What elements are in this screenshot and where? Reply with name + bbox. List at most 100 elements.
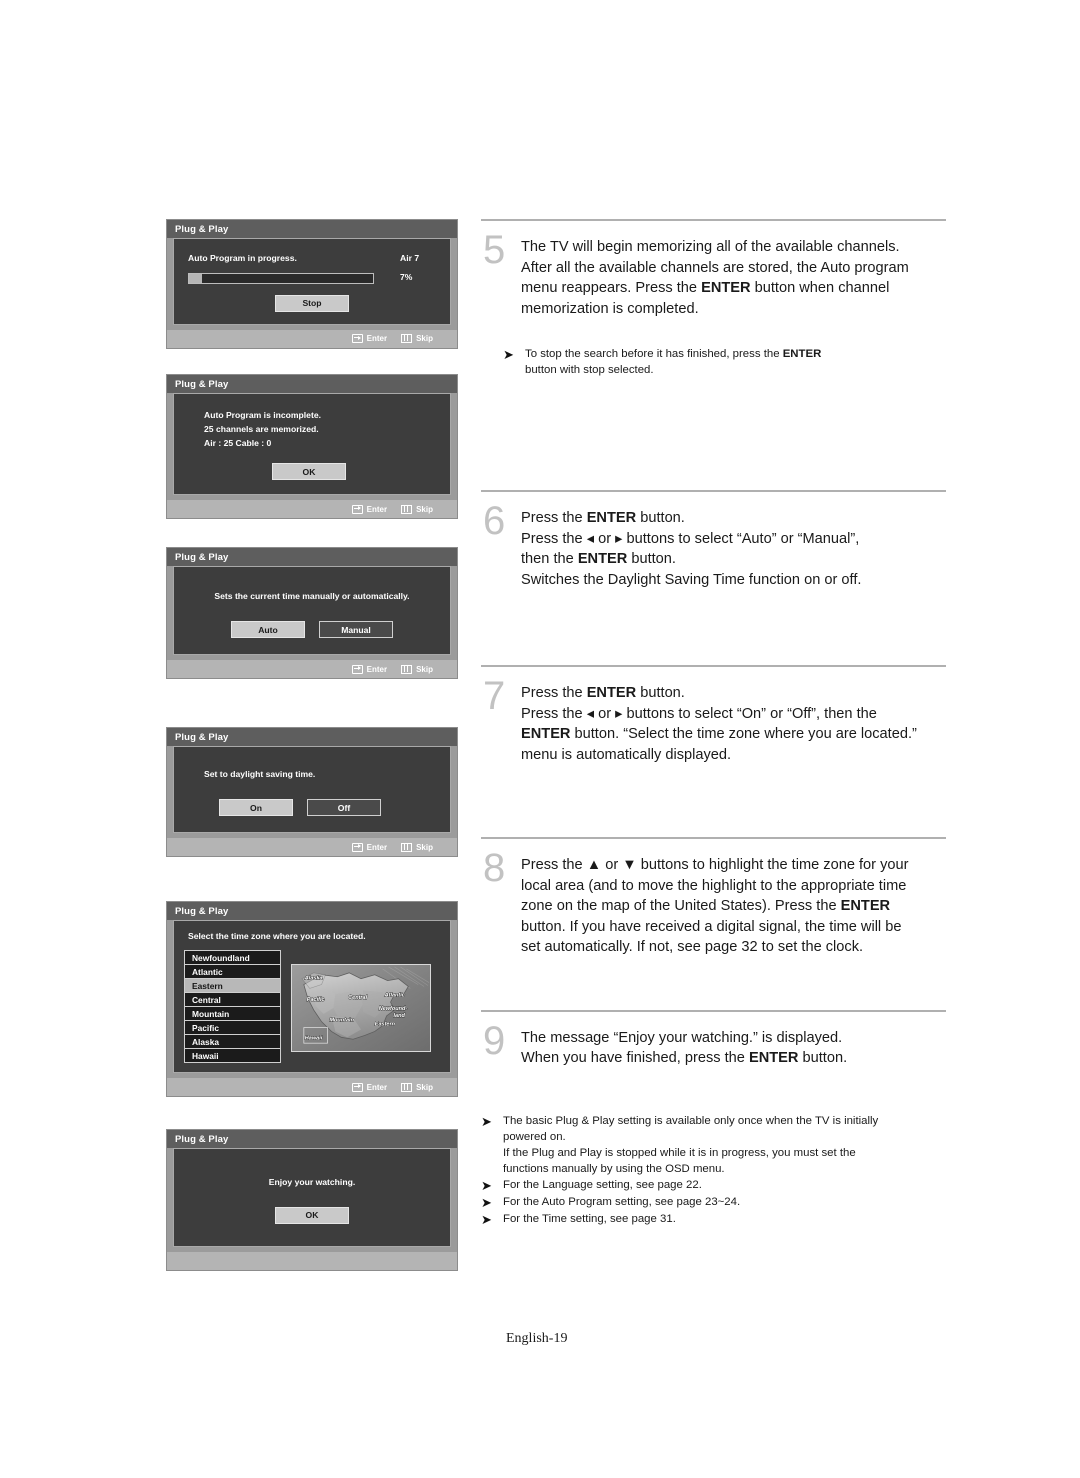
note-line: For the Time setting, see page 31. <box>503 1212 676 1225</box>
footer-enter[interactable]: Enter <box>351 334 387 343</box>
time-zone-item[interactable]: Eastern <box>184 978 281 993</box>
divider <box>481 665 946 667</box>
osd-footer-empty <box>167 1251 457 1270</box>
step-body: Press the ENTER button. Press the ◂ or ▸… <box>521 502 946 590</box>
time-zone-item[interactable]: Central <box>184 992 281 1007</box>
enter-icon <box>351 1082 363 1092</box>
footer-enter-label: Enter <box>366 504 388 514</box>
footer-skip[interactable]: Skip <box>401 664 433 674</box>
step-line: menu is automatically displayed. <box>521 746 732 763</box>
down-arrow-icon: ▼ <box>622 857 637 873</box>
footer-skip[interactable]: Skip <box>401 1082 433 1092</box>
osd-body: Select the time zone where you are locat… <box>173 920 451 1073</box>
step-line: memorization is completed. <box>521 300 699 317</box>
final-note-2: ➤ For the Language setting, see page 22. <box>481 1177 946 1194</box>
osd-body: Sets the current time manually or automa… <box>173 566 451 655</box>
step-line: Press the ENTER button. <box>521 510 685 526</box>
step-body: Press the ▲ or ▼ buttons to highlight th… <box>521 849 946 958</box>
step-number: 7 <box>483 674 506 718</box>
note-line: functions manually by using the OSD menu… <box>503 1162 725 1175</box>
ok-button[interactable]: OK <box>275 1206 349 1224</box>
footer-skip-label: Skip <box>416 334 433 343</box>
time-zone-item[interactable]: Mountain <box>184 1006 281 1021</box>
footer-skip-label: Skip <box>416 842 433 852</box>
left-arrow-icon: ◂ <box>586 530 595 547</box>
map-label-pacific: Pacific <box>307 997 325 1003</box>
osd-footer: Enter Skip <box>167 1078 457 1096</box>
final-note-3: ➤ For the Auto Program setting, see page… <box>481 1194 946 1211</box>
footer-enter[interactable]: Enter <box>351 504 388 514</box>
clock-mode-auto-button[interactable]: Auto <box>231 621 305 638</box>
osd-title: Plug & Play <box>167 728 457 746</box>
step-line: Press the ◂ or ▸ buttons to select “Auto… <box>521 530 860 547</box>
footer-skip-label: Skip <box>416 504 433 514</box>
progress-percent-label: 7% <box>400 272 413 282</box>
footer-enter[interactable]: Enter <box>351 842 388 852</box>
skip-icon <box>401 842 413 852</box>
enter-icon <box>351 334 363 343</box>
divider <box>481 837 946 839</box>
time-zone-item[interactable]: Atlantic <box>184 964 281 979</box>
step-number: 8 <box>483 846 506 890</box>
dst-off-button[interactable]: Off <box>307 799 381 816</box>
step-line: ENTER button. “Select the time zone wher… <box>521 726 917 742</box>
time-zone-item[interactable]: Newfoundland <box>184 950 281 965</box>
skip-icon <box>401 334 413 343</box>
osd-title: Plug & Play <box>167 902 457 920</box>
footer-enter[interactable]: Enter <box>351 1082 387 1092</box>
step-7: 7 Press the ENTER button. Press the ◂ or… <box>481 674 946 765</box>
osd-dialog-enjoy: Plug & Play Enjoy your watching. OK <box>166 1129 458 1271</box>
time-zone-item[interactable]: Hawaii <box>184 1048 281 1063</box>
footer-enter-label: Enter <box>366 842 388 852</box>
step-5: 5 The TV will begin memorizing all of th… <box>481 230 946 319</box>
clock-mode-manual-button[interactable]: Manual <box>319 621 393 638</box>
footer-skip[interactable]: Skip <box>401 842 433 852</box>
step-line: menu reappears. Press the ENTER button w… <box>521 280 890 296</box>
map-label-mountain: Mountain <box>329 1018 354 1024</box>
osd-footer: Enter Skip <box>167 500 457 518</box>
arrow-bullet-icon: ➤ <box>481 1194 492 1210</box>
footer-skip-label: Skip <box>416 1082 433 1092</box>
step-8: 8 Press the ▲ or ▼ buttons to highlight … <box>481 846 946 958</box>
step-9: 9 The message “Enjoy your watching.” is … <box>481 1021 946 1069</box>
map-label-atlantic: Atlantic <box>384 992 405 998</box>
step-body: Press the ENTER button. Press the ◂ or ▸… <box>521 677 946 765</box>
dst-message: Set to daylight saving time. <box>204 769 316 779</box>
instructions-column: 5 The TV will begin memorizing all of th… <box>481 219 946 1228</box>
final-note-1: ➤ The basic Plug & Play setting is avail… <box>481 1113 946 1177</box>
footer-skip[interactable]: Skip <box>401 504 433 514</box>
arrow-bullet-icon: ➤ <box>481 1113 492 1129</box>
note-line: For the Language setting, see page 22. <box>503 1178 702 1191</box>
osd-body: Set to daylight saving time. On Off <box>173 746 451 833</box>
progress-fill <box>189 274 202 283</box>
page-number: English-19 <box>506 1331 568 1346</box>
dst-on-button[interactable]: On <box>219 799 293 816</box>
arrow-bullet-icon: ➤ <box>481 1177 492 1193</box>
time-zone-list[interactable]: Newfoundland Atlantic Eastern Central Mounta… <box>184 950 281 1063</box>
osd-dialog-incomplete: Plug & Play Auto Program is incomplete. … <box>166 373 458 519</box>
osd-title: Plug & Play <box>167 548 457 566</box>
step-line: The message “Enjoy your watching.” is di… <box>521 1029 843 1046</box>
skip-icon <box>401 1082 413 1092</box>
up-arrow-icon: ▲ <box>586 857 602 873</box>
osd-screenshot-column: Plug & Play Auto Program in progress. Ai… <box>166 219 458 1271</box>
stop-button[interactable]: Stop <box>275 294 349 312</box>
ok-button[interactable]: OK <box>272 463 346 480</box>
left-arrow-icon: ◂ <box>586 705 595 722</box>
divider <box>481 219 946 221</box>
step-line: Press the ◂ or ▸ buttons to select “On” … <box>521 705 877 722</box>
footer-enter[interactable]: Enter <box>351 664 387 674</box>
osd-title: Plug & Play <box>167 374 457 393</box>
osd-title: Plug & Play <box>167 220 457 238</box>
auto-program-progress-bar <box>188 273 374 284</box>
osd-footer: Enter Skip <box>167 660 457 678</box>
time-zone-item[interactable]: Pacific <box>184 1020 281 1035</box>
footer-skip[interactable]: Skip <box>401 334 433 343</box>
time-zone-item[interactable]: Alaska <box>184 1034 281 1049</box>
osd-dialog-daylight-saving: Plug & Play Set to daylight saving time.… <box>166 727 458 857</box>
time-zone-map-image: Alaska Pacific Central Atlantic Newfound… <box>291 964 431 1052</box>
arrow-bullet-icon: ➤ <box>503 347 514 362</box>
step-line: The TV will begin memorizing all of the … <box>521 239 900 255</box>
osd-title: Plug & Play <box>167 1130 457 1148</box>
note-line: powered on. <box>503 1130 566 1143</box>
